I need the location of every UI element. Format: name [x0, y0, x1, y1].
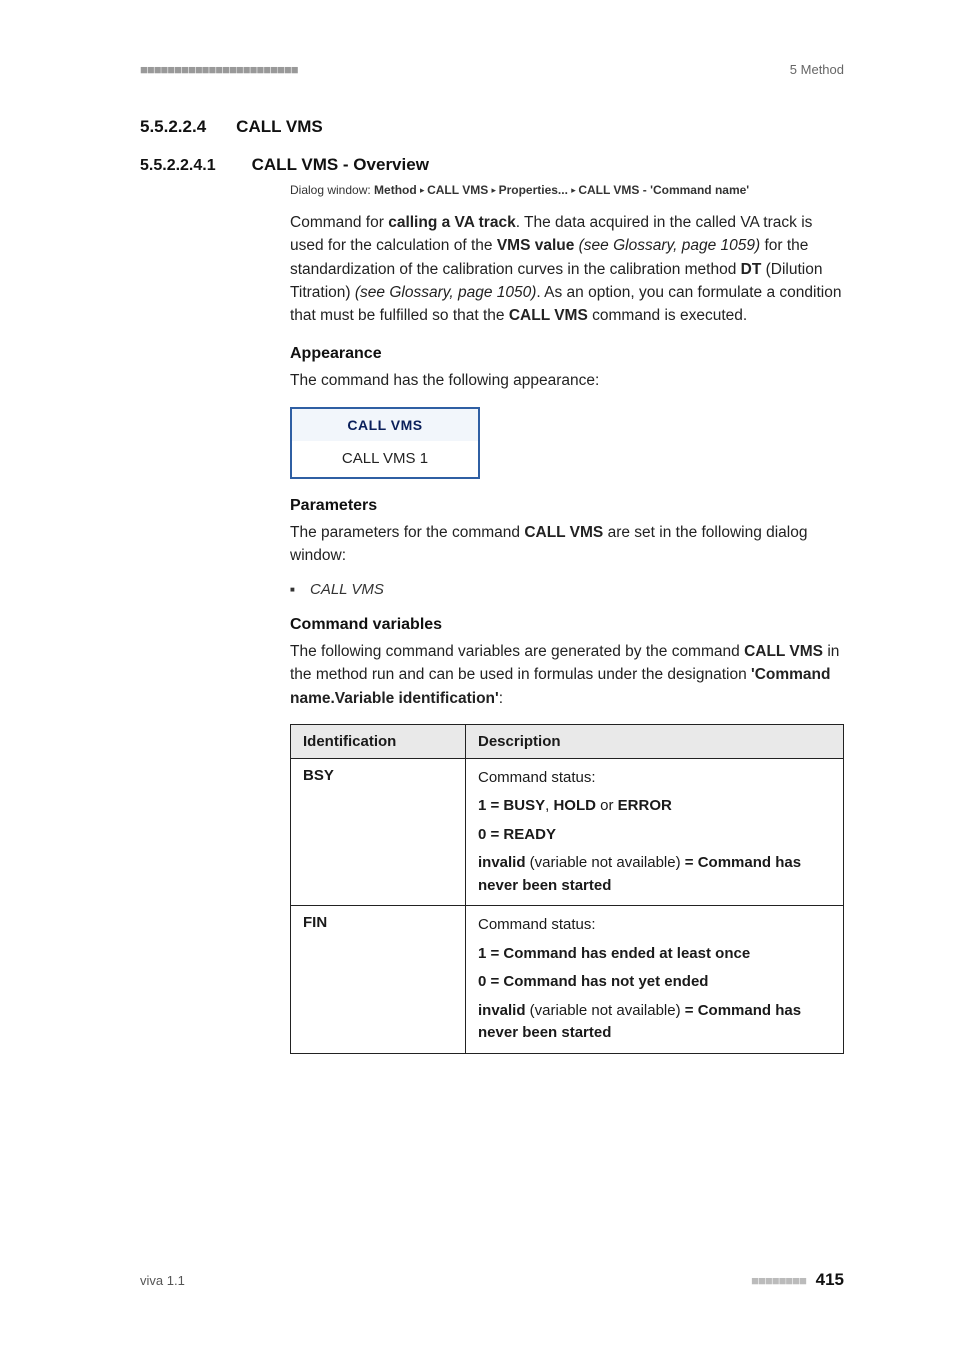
- header-chapter: 5 Method: [790, 62, 844, 77]
- desc-line: 0 = READY: [478, 824, 831, 847]
- text: or: [596, 797, 618, 814]
- text: Command for: [290, 214, 388, 231]
- crumb-method: Method: [374, 183, 417, 197]
- table-row: BSY Command status: 1 = BUSY, HOLD or ER…: [291, 758, 844, 906]
- text: (variable not available): [526, 1002, 685, 1019]
- desc-line: 1 = Command has ended at least once: [478, 943, 831, 966]
- var-fin: FIN: [303, 914, 327, 931]
- text: The parameters for the command: [290, 524, 524, 541]
- text-bold: CALL VMS: [524, 524, 603, 541]
- footer-right: ■■■■■■■■ 415: [751, 1270, 844, 1290]
- section-number: 5.5.2.2.4: [140, 117, 206, 137]
- content-area: Dialog window: Method ▸ CALL VMS ▸ Prope…: [290, 181, 844, 1054]
- cell-description: Command status: 1 = BUSY, HOLD or ERROR …: [466, 758, 844, 906]
- page-footer: viva 1.1 ■■■■■■■■ 415: [140, 1270, 844, 1290]
- section-number: 5.5.2.2.4.1: [140, 157, 216, 175]
- appearance-heading: Appearance: [290, 345, 844, 363]
- page-number: 415: [816, 1270, 844, 1289]
- command-variables-text: The following command variables are gene…: [290, 640, 844, 710]
- command-block-instance: CALL VMS 1: [292, 441, 478, 477]
- crumb-callvms: CALL VMS: [427, 183, 488, 197]
- appearance-text: The command has the following appearance…: [290, 369, 844, 392]
- text-bold: ERROR: [618, 797, 672, 814]
- text-bold: 1 = BUSY: [478, 797, 545, 814]
- glossary-ref: (see Glossary, page 1050): [355, 284, 537, 301]
- col-description: Description: [466, 724, 844, 758]
- text-bold: 0 = READY: [478, 826, 556, 843]
- text: (variable not available): [526, 854, 685, 871]
- parameters-list: CALL VMS: [290, 581, 844, 598]
- text-bold: invalid: [478, 1002, 526, 1019]
- text-bold: CALL VMS: [509, 307, 588, 324]
- list-item: CALL VMS: [290, 581, 844, 598]
- table-row: FIN Command status: 1 = Command has ende…: [291, 906, 844, 1054]
- footer-dashes: ■■■■■■■■: [751, 1273, 806, 1288]
- text-bold: HOLD: [553, 797, 596, 814]
- page-header: ■■■■■■■■■■■■■■■■■■■■■■■ 5 Method: [140, 62, 844, 77]
- breadcrumb-separator-icon: ▸: [492, 185, 499, 195]
- text-bold: 1 = Command has ended at least once: [478, 945, 750, 962]
- glossary-ref: (see Glossary, page 1059): [574, 237, 760, 254]
- desc-line: invalid (variable not available) = Comma…: [478, 1000, 831, 1045]
- command-variables-heading: Command variables: [290, 616, 844, 634]
- cell-identification: BSY: [291, 758, 466, 906]
- section-5-5-2-2-4: 5.5.2.2.4 CALL VMS: [140, 117, 844, 137]
- table-header-row: Identification Description: [291, 724, 844, 758]
- intro-paragraph: Command for calling a VA track. The data…: [290, 211, 844, 327]
- dialog-prefix: Dialog window:: [290, 183, 374, 197]
- desc-line: invalid (variable not available) = Comma…: [478, 852, 831, 897]
- call-vms-command-block: CALL VMS CALL VMS 1: [290, 407, 480, 479]
- desc-line: Command status:: [478, 914, 831, 937]
- text-bold: calling a VA track: [388, 214, 516, 231]
- text-bold: invalid: [478, 854, 526, 871]
- desc-line: 1 = BUSY, HOLD or ERROR: [478, 795, 831, 818]
- parameters-text: The parameters for the command CALL VMS …: [290, 521, 844, 568]
- text: The following command variables are gene…: [290, 643, 744, 660]
- section-5-5-2-2-4-1: 5.5.2.2.4.1 CALL VMS - Overview: [140, 155, 844, 175]
- section-title: CALL VMS - Overview: [252, 155, 429, 175]
- parameters-heading: Parameters: [290, 497, 844, 515]
- cell-identification: FIN: [291, 906, 466, 1054]
- footer-left: viva 1.1: [140, 1273, 185, 1288]
- text: command is executed.: [588, 307, 747, 324]
- text-bold: 0 = Command has not yet ended: [478, 973, 708, 990]
- desc-line: Command status:: [478, 767, 831, 790]
- cell-description: Command status: 1 = Command has ended at…: [466, 906, 844, 1054]
- crumb-properties: Properties...: [499, 183, 568, 197]
- dialog-breadcrumb: Dialog window: Method ▸ CALL VMS ▸ Prope…: [290, 181, 844, 199]
- desc-line: 0 = Command has not yet ended: [478, 971, 831, 994]
- text-bold: DT: [741, 261, 762, 278]
- text-bold: CALL VMS: [744, 643, 823, 660]
- text-bold: VMS value: [497, 237, 575, 254]
- crumb-command-name: CALL VMS - 'Command name': [578, 183, 749, 197]
- header-dashes: ■■■■■■■■■■■■■■■■■■■■■■■: [140, 62, 298, 77]
- section-title: CALL VMS: [236, 117, 323, 137]
- command-block-title: CALL VMS: [292, 409, 478, 441]
- text: :: [499, 690, 503, 707]
- col-identification: Identification: [291, 724, 466, 758]
- command-variables-table: Identification Description BSY Command s…: [290, 724, 844, 1054]
- var-bsy: BSY: [303, 767, 334, 784]
